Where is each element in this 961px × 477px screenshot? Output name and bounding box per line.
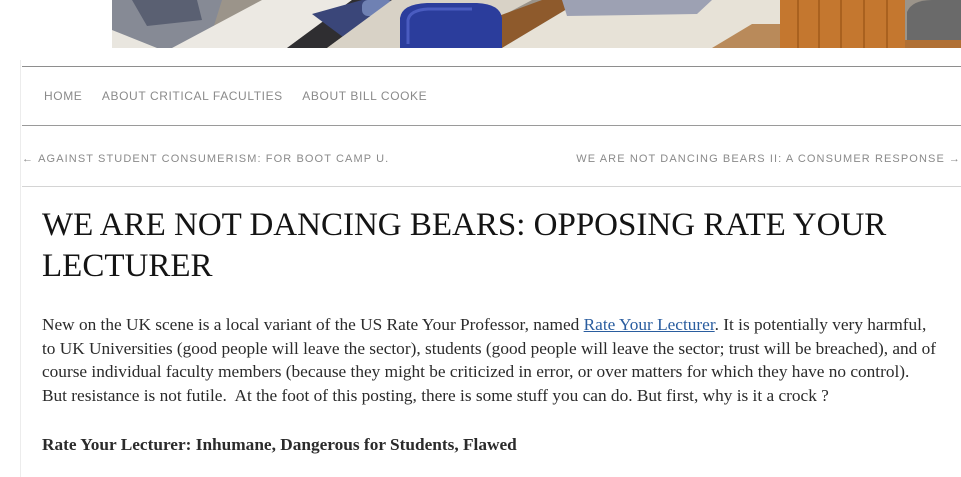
divider-top [22, 66, 961, 67]
arrow-right-icon: → [948, 153, 961, 165]
next-post-label: WE ARE NOT DANCING BEARS II: A CONSUMER … [576, 153, 945, 165]
page-border [20, 60, 21, 477]
rate-your-lecturer-link[interactable]: Rate Your Lecturer [584, 315, 715, 334]
nav-item-about-bill-cooke[interactable]: ABOUT BILL COOKE [302, 89, 427, 103]
next-post-link[interactable]: WE ARE NOT DANCING BEARS II: A CONSUMER … [576, 152, 961, 166]
intro-line-2: to UK Universities (good people will lea… [42, 338, 937, 358]
lecture-hall-photo-shapes [112, 0, 961, 48]
nav-item-home[interactable]: HOME [44, 89, 82, 103]
intro-paragraph: New on the UK scene is a local variant o… [42, 313, 936, 408]
arrow-left-icon: ← [22, 153, 35, 165]
intro-text-before-link: New on the UK scene is a local variant o… [42, 315, 584, 334]
previous-post-label: AGAINST STUDENT CONSUMERISM: FOR BOOT CA… [38, 153, 390, 165]
section-heading: Rate Your Lecturer: Inhumane, Dangerous … [42, 435, 517, 454]
divider-post [22, 186, 961, 187]
previous-post-link[interactable]: ← AGAINST STUDENT CONSUMERISM: FOR BOOT C… [22, 152, 389, 166]
divider-nav [22, 125, 961, 126]
nav-item-about-critical-faculties[interactable]: ABOUT CRITICAL FACULTIES [102, 89, 283, 103]
post-title: WE ARE NOT DANCING BEARS: OPPOSING RATE … [42, 207, 887, 284]
intro-line-4: But resistance is not futile. At the foo… [42, 386, 829, 406]
intro-line-3: course individual faculty members (becau… [42, 362, 910, 382]
intro-text-after-link: . It is potentially very harmful, [714, 315, 927, 334]
intro-line-1: New on the UK scene is a local variant o… [42, 313, 936, 337]
main-nav: HOME ABOUT CRITICAL FACULTIES ABOUT BILL C… [44, 89, 447, 104]
header-image [112, 0, 961, 48]
